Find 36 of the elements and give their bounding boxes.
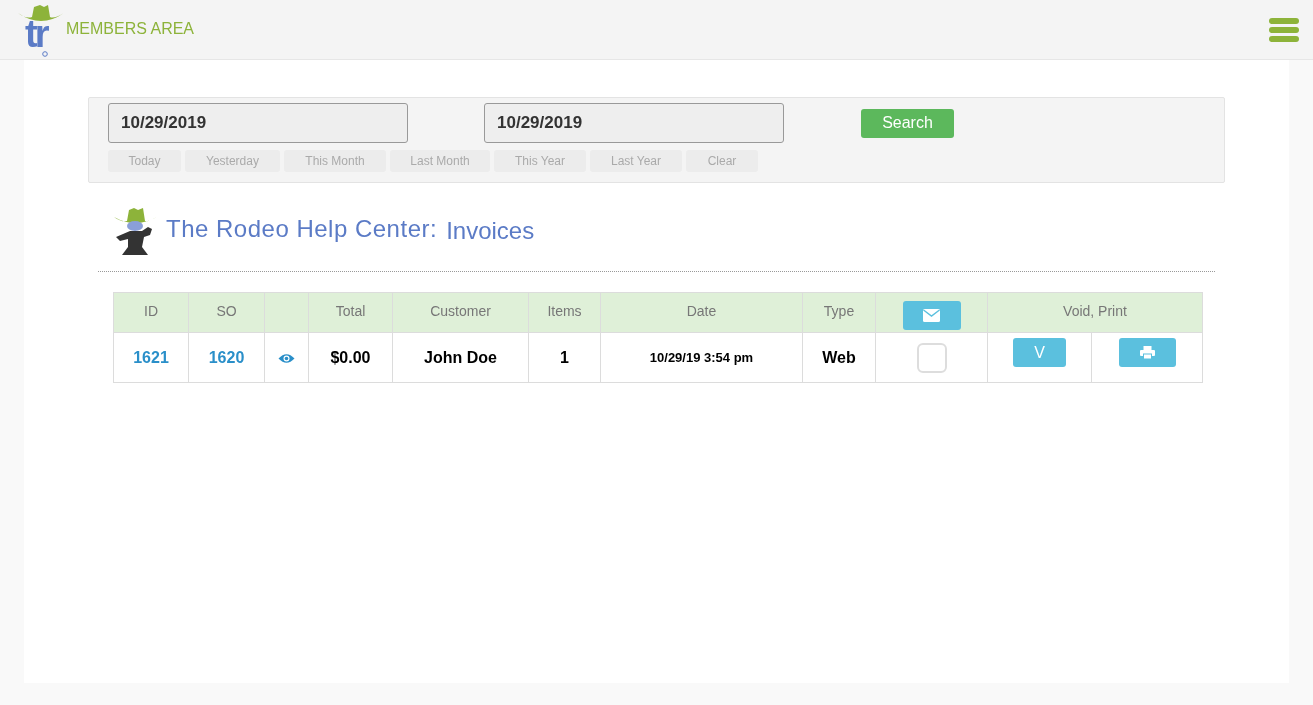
type-cell: Web [802,332,876,383]
row-checkbox[interactable] [916,342,947,373]
column-header: Customer [392,292,529,333]
quick-range-button[interactable]: Yesterday [185,150,280,172]
envelope-icon [923,309,940,322]
total-cell: $0.00 [308,332,393,383]
search-button[interactable]: Search [861,108,954,138]
column-header: Date [600,292,803,333]
date-from-field[interactable]: 10/29/2019 [108,103,408,143]
quick-range-button[interactable]: This Year [494,150,586,172]
page-subtitle: Invoices [446,216,535,246]
invoice-id-link[interactable]: 1621 [133,348,169,366]
quick-range-button[interactable]: Last Month [390,150,490,172]
column-header: Void, Print [987,292,1203,333]
date-cell: 10/29/19 3:54 pm [600,332,803,383]
logo: tr [16,2,66,59]
view-eye-icon[interactable] [278,352,295,364]
items-cell: 1 [528,332,601,383]
column-header: Items [528,292,601,333]
column-header: Type [802,292,876,333]
email-button[interactable] [902,301,961,330]
print-button[interactable] [1118,338,1176,367]
column-header: ID [113,292,189,333]
quick-range-button[interactable]: Last Year [590,150,682,172]
column-header: SO [188,292,265,333]
printer-icon [1139,346,1155,359]
page-title: The Rodeo Help Center: [166,214,438,244]
members-area-title: MEMBERS AREA [66,18,195,39]
void-button[interactable]: V [1013,338,1066,367]
quick-range-button[interactable]: Clear [686,150,758,172]
date-to-field[interactable]: 10/29/2019 [484,103,784,143]
sales-order-link[interactable]: 1620 [208,348,245,366]
column-header: Total [308,292,393,333]
quick-range-button[interactable]: Today [108,150,181,172]
customer-cell: John Doe [392,332,529,383]
quick-range-button[interactable]: This Month [284,150,386,172]
